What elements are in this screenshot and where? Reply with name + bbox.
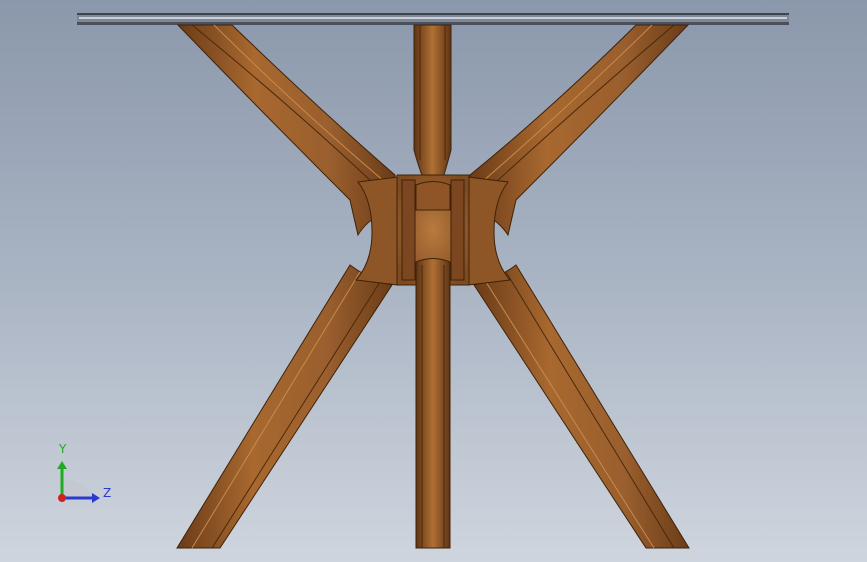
y-axis-arrow-icon bbox=[57, 461, 67, 469]
lower-left-leg bbox=[176, 264, 393, 549]
triad-z-label: Z bbox=[103, 486, 112, 500]
upper-left-leg bbox=[176, 24, 396, 237]
upper-right-leg bbox=[469, 24, 690, 237]
triad-y-label: Y bbox=[59, 442, 67, 456]
glass-top bbox=[77, 13, 789, 25]
front-center-leg bbox=[415, 258, 451, 549]
graphics-viewport[interactable]: Y Z bbox=[0, 0, 867, 562]
table-model[interactable] bbox=[0, 0, 867, 562]
z-axis-arrow-icon bbox=[92, 493, 100, 503]
lower-right-leg bbox=[473, 264, 690, 549]
x-axis-origin-icon bbox=[58, 494, 66, 502]
